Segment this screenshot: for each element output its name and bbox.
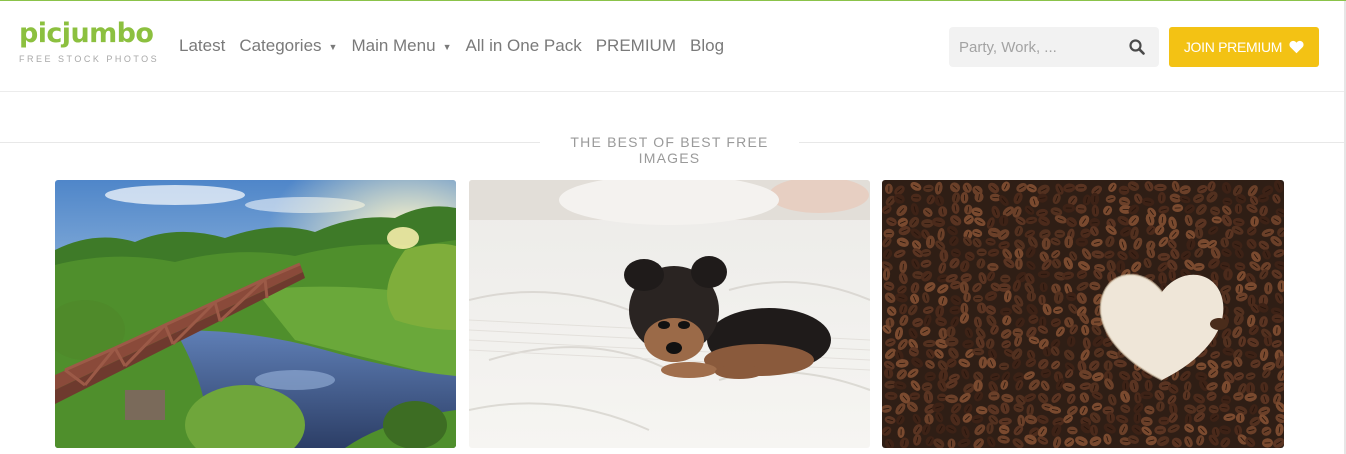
section-heading: THE BEST OF BEST FREE IMAGES (0, 132, 1344, 166)
logo-wordmark: picjumbo (19, 18, 154, 49)
nav-item-categories[interactable]: Categories ▼ (239, 36, 337, 56)
site-logo[interactable]: picjumbo FREE STOCK PHOTOS (19, 18, 160, 65)
photo-puppy-bed[interactable] (469, 180, 870, 448)
nav-item-premium[interactable]: PREMIUM (596, 36, 676, 56)
logo-tagline: FREE STOCK PHOTOS (19, 54, 160, 64)
section-divider (0, 142, 540, 143)
section-title: THE BEST OF BEST FREE IMAGES (570, 134, 769, 166)
page: picjumbo FREE STOCK PHOTOS Latest Catego… (0, 0, 1346, 454)
join-premium-label: JOIN PREMIUM (1183, 39, 1283, 55)
nav-item-label: Blog (690, 36, 725, 55)
main-nav: Latest Categories ▼ Main Menu ▼ All in O… (179, 35, 738, 57)
caret-down-icon: ▼ (328, 42, 338, 52)
nav-item-label: Categories (239, 36, 322, 55)
caret-down-icon: ▼ (442, 42, 452, 52)
site-header: picjumbo FREE STOCK PHOTOS Latest Catego… (0, 1, 1344, 92)
nav-item-latest[interactable]: Latest (179, 36, 225, 56)
search-input[interactable] (949, 27, 1119, 67)
nav-item-blog[interactable]: Blog (690, 36, 724, 56)
join-premium-button[interactable]: JOIN PREMIUM (1169, 27, 1319, 67)
heart-icon (1289, 40, 1304, 54)
search-box (949, 27, 1159, 67)
nav-item-label: All in One Pack (465, 36, 582, 55)
nav-item-label: Main Menu (351, 36, 436, 55)
nav-item-main-menu[interactable]: Main Menu ▼ (351, 36, 451, 56)
search-icon[interactable] (1129, 39, 1145, 55)
section-divider (799, 142, 1344, 143)
nav-item-label: PREMIUM (595, 36, 676, 55)
photo-bridge-river[interactable] (55, 180, 456, 448)
photo-coffee-heart[interactable] (882, 180, 1284, 448)
nav-item-all-in-one-pack[interactable]: All in One Pack (465, 36, 581, 56)
nav-item-label: Latest (179, 36, 226, 55)
